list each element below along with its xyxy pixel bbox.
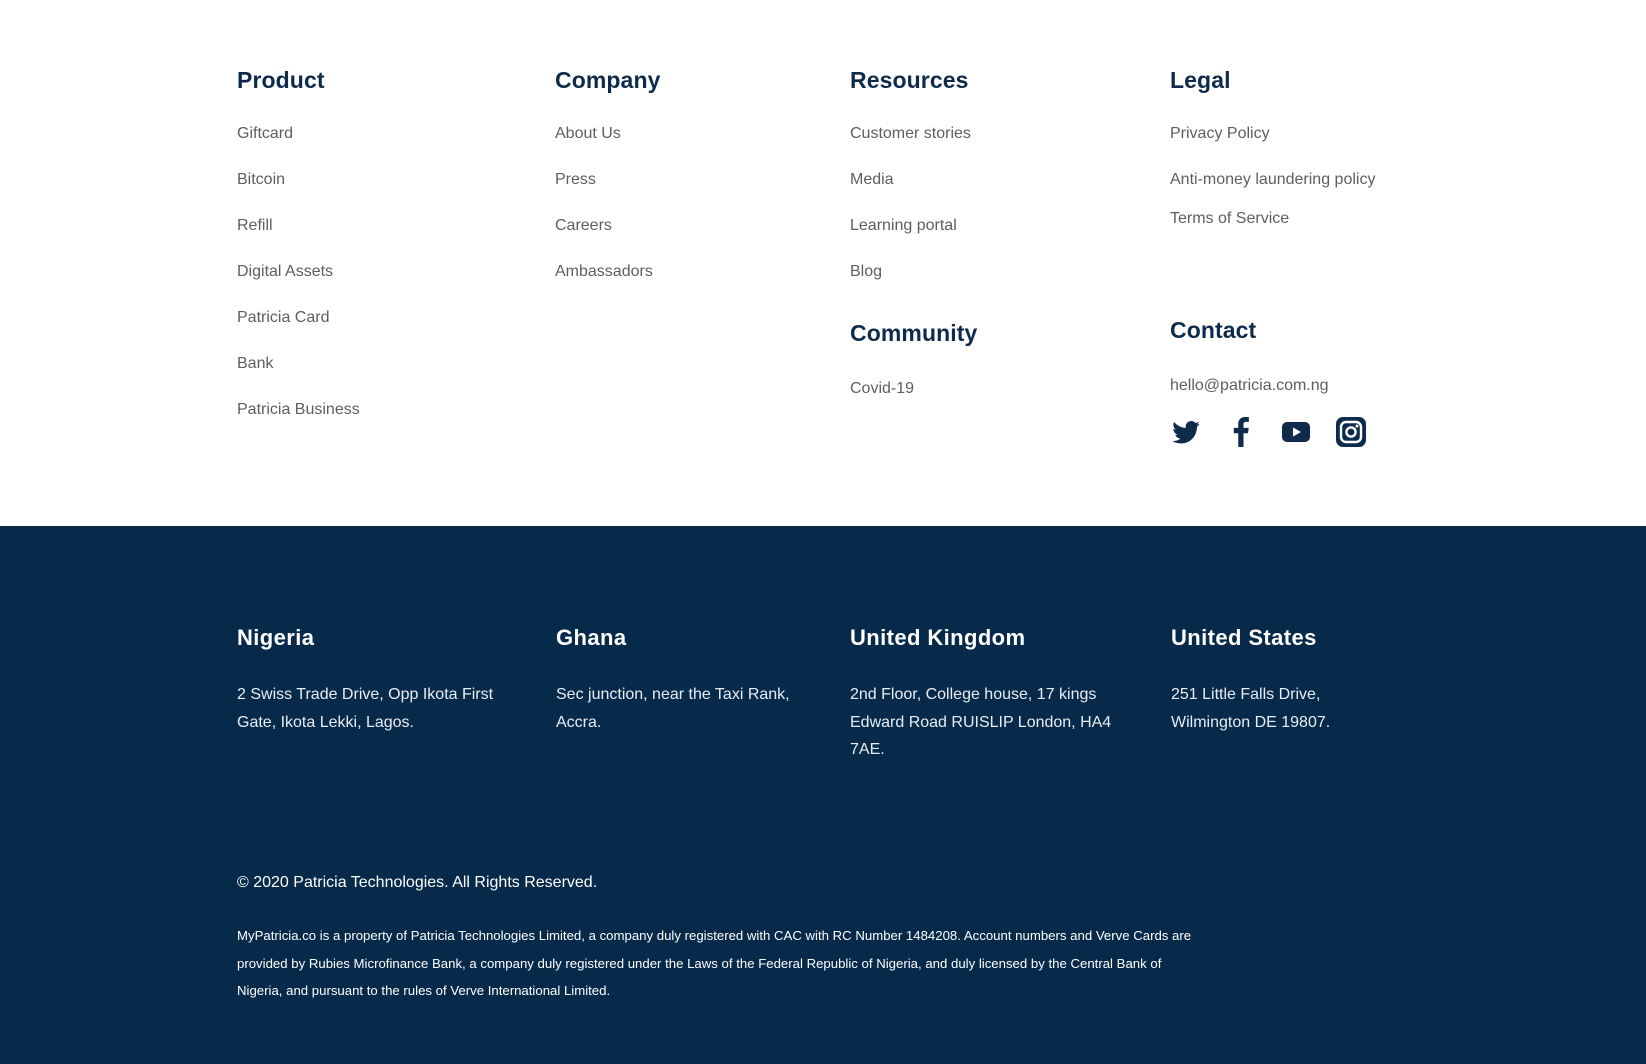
link-careers[interactable]: Careers [555, 216, 661, 236]
facebook-icon[interactable] [1225, 416, 1257, 448]
product-links: Giftcard Bitcoin Refill Digital Assets P… [237, 124, 360, 446]
link-refill[interactable]: Refill [237, 216, 360, 236]
list-item: Learning portal [850, 216, 971, 262]
list-item: Patricia Card [237, 308, 360, 354]
office-heading: United States [1171, 625, 1317, 650]
office-ghana: Ghana Sec junction, near the Taxi Rank, … [556, 624, 831, 736]
link-ambassadors[interactable]: Ambassadors [555, 262, 661, 282]
list-item: Blog [850, 262, 971, 308]
office-address: Sec junction, near the Taxi Rank, Accra. [556, 686, 790, 731]
company-heading: Company [555, 67, 661, 93]
instagram-icon[interactable] [1335, 416, 1367, 448]
link-learning-portal[interactable]: Learning portal [850, 216, 971, 236]
office-address: 2nd Floor, College house, 17 kings Edwar… [850, 686, 1112, 758]
list-item: Privacy Policy [1170, 124, 1375, 170]
community-links: Covid-19 [850, 379, 977, 399]
legal-heading: Legal [1170, 67, 1231, 93]
list-item: Press [555, 170, 661, 216]
legal-links: Privacy Policy Anti-money laundering pol… [1170, 124, 1375, 229]
office-address: 251 Little Falls Drive, Wilmington DE 19… [1171, 686, 1331, 731]
list-item: About Us [555, 124, 661, 170]
list-item: Bitcoin [237, 170, 360, 216]
link-customer-stories[interactable]: Customer stories [850, 124, 971, 144]
link-digital-assets[interactable]: Digital Assets [237, 262, 360, 282]
link-press[interactable]: Press [555, 170, 661, 190]
link-privacy-policy[interactable]: Privacy Policy [1170, 124, 1375, 144]
twitter-icon[interactable] [1170, 416, 1202, 448]
company-column: Company About Us Press Careers Ambassado… [555, 66, 661, 308]
list-item: Terms of Service [1170, 209, 1375, 229]
legal-disclaimer: MyPatricia.co is a property of Patricia … [237, 928, 1192, 998]
footer-offices-section: Nigeria 2 Swiss Trade Drive, Opp Ikota F… [0, 526, 1646, 1064]
link-aml-policy[interactable]: Anti-money laundering policy [1170, 170, 1375, 190]
list-item: Ambassadors [555, 262, 661, 308]
resources-column: Resources Customer stories Media Learnin… [850, 66, 971, 308]
link-bitcoin[interactable]: Bitcoin [237, 170, 360, 190]
list-item: Media [850, 170, 971, 216]
community-heading: Community [850, 320, 978, 346]
footer-page: Product Giftcard Bitcoin Refill Digital … [0, 0, 1646, 1064]
list-item: Covid-19 [850, 379, 977, 399]
list-item: Bank [237, 354, 360, 400]
copyright-text: © 2020 Patricia Technologies. All Rights… [237, 874, 598, 891]
contact-heading: Contact [1170, 317, 1257, 343]
office-nigeria: Nigeria 2 Swiss Trade Drive, Opp Ikota F… [237, 624, 512, 736]
social-links [1170, 416, 1367, 448]
product-column: Product Giftcard Bitcoin Refill Digital … [237, 66, 360, 446]
community-column: Community Covid-19 [850, 319, 977, 399]
office-heading: Nigeria [237, 625, 315, 650]
office-united-states: United States 251 Little Falls Drive, Wi… [1171, 624, 1361, 736]
contact-email-link[interactable]: hello@patricia.com.ng [1170, 376, 1367, 396]
legal-column: Legal Privacy Policy Anti-money launderi… [1170, 66, 1375, 229]
company-links: About Us Press Careers Ambassadors [555, 124, 661, 308]
link-bank[interactable]: Bank [237, 354, 360, 374]
link-media[interactable]: Media [850, 170, 971, 190]
resources-links: Customer stories Media Learning portal B… [850, 124, 971, 308]
office-united-kingdom: United Kingdom 2nd Floor, College house,… [850, 624, 1130, 764]
list-item: Refill [237, 216, 360, 262]
office-address: 2 Swiss Trade Drive, Opp Ikota First Gat… [237, 686, 494, 731]
product-heading: Product [237, 67, 325, 93]
link-blog[interactable]: Blog [850, 262, 971, 282]
list-item: Customer stories [850, 124, 971, 170]
list-item: Anti-money laundering policy [1170, 170, 1375, 209]
link-about-us[interactable]: About Us [555, 124, 661, 144]
youtube-icon[interactable] [1280, 416, 1312, 448]
footer-links-section: Product Giftcard Bitcoin Refill Digital … [0, 0, 1646, 526]
list-item: Careers [555, 216, 661, 262]
link-patricia-card[interactable]: Patricia Card [237, 308, 360, 328]
list-item: Patricia Business [237, 400, 360, 446]
office-heading: United Kingdom [850, 625, 1026, 650]
list-item: Digital Assets [237, 262, 360, 308]
contact-column: Contact hello@patricia.com.ng [1170, 316, 1367, 448]
link-covid-19[interactable]: Covid-19 [850, 379, 977, 399]
office-heading: Ghana [556, 625, 627, 650]
link-patricia-business[interactable]: Patricia Business [237, 400, 360, 420]
list-item: Giftcard [237, 124, 360, 170]
link-terms-of-service[interactable]: Terms of Service [1170, 209, 1375, 229]
link-giftcard[interactable]: Giftcard [237, 124, 360, 144]
resources-heading: Resources [850, 67, 969, 93]
